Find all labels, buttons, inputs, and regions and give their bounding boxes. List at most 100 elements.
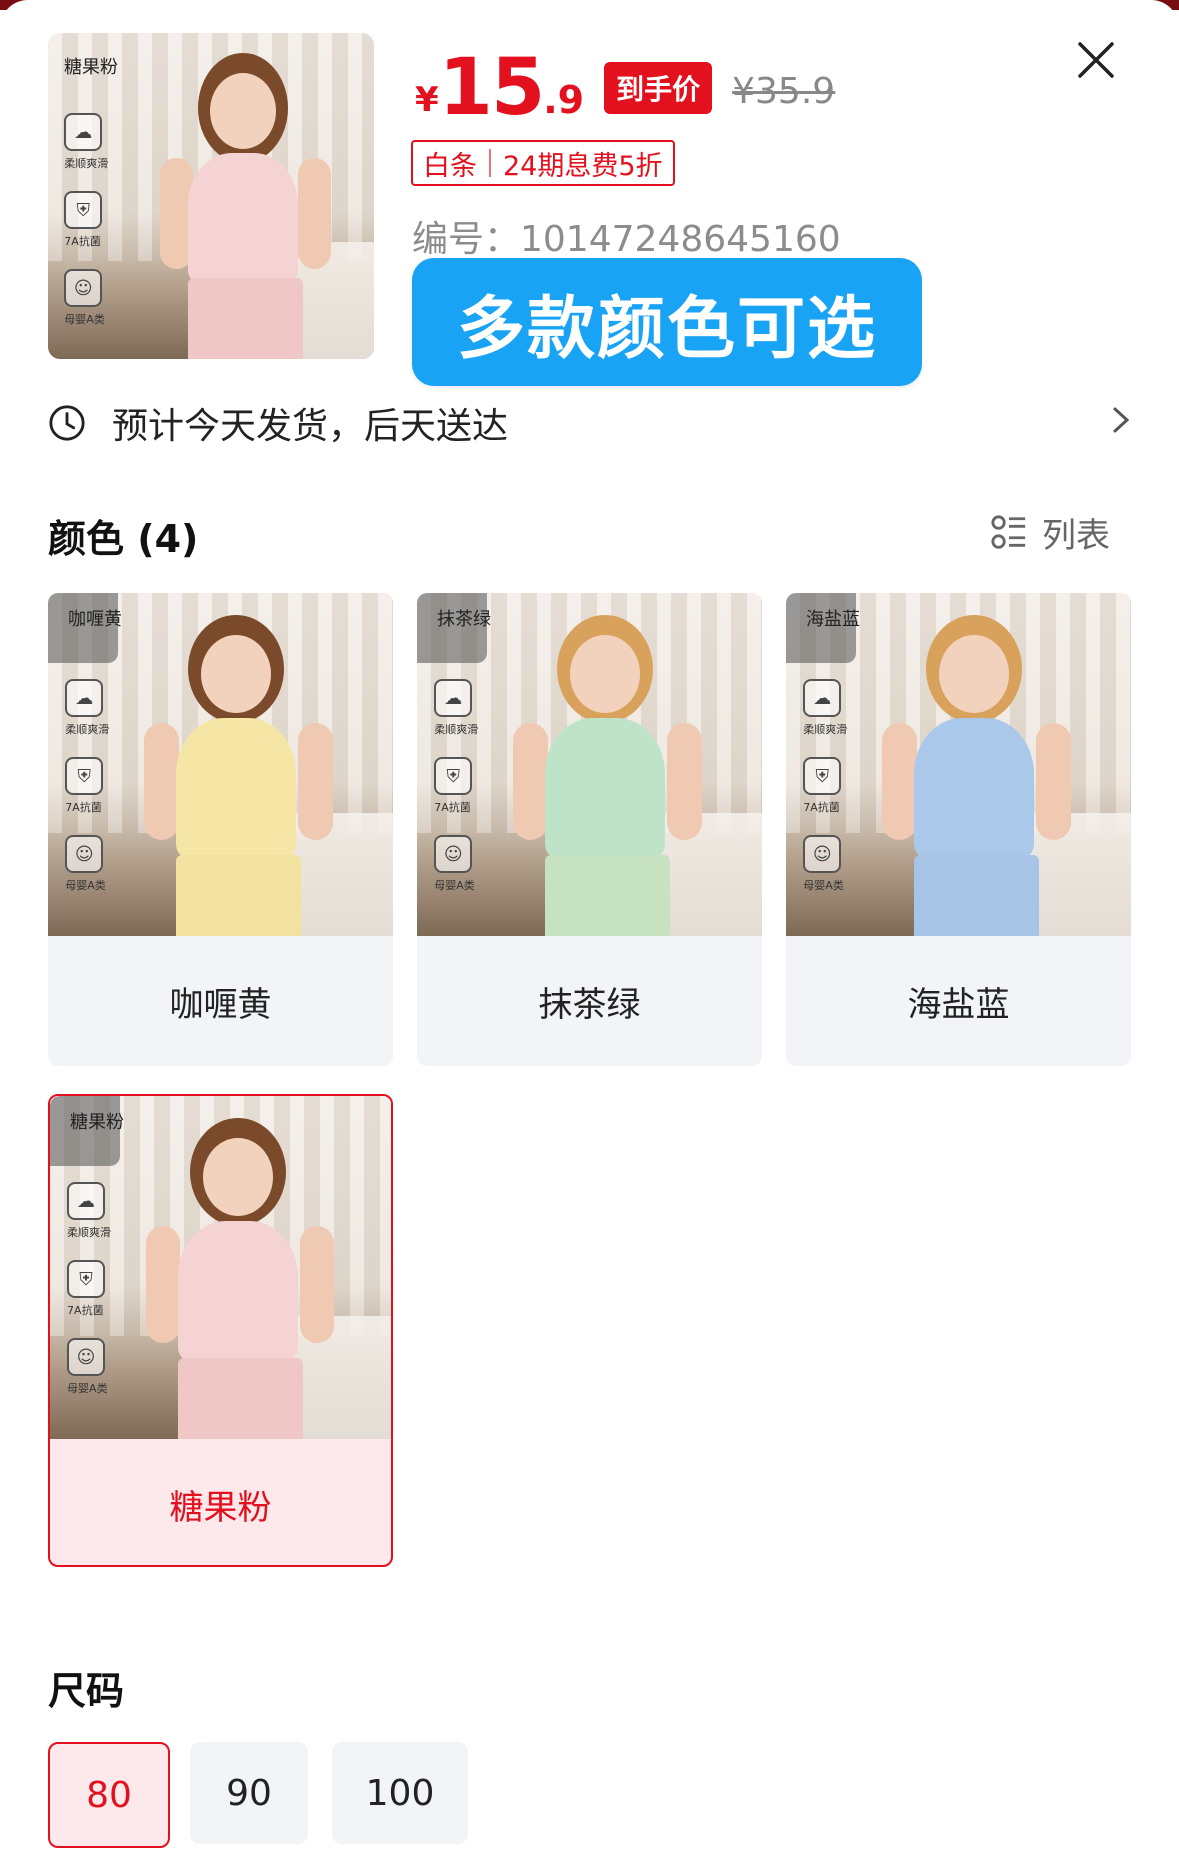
child-face <box>939 635 1009 713</box>
badge-label: 7A抗菌 <box>64 235 101 248</box>
child-arm-right <box>1036 723 1071 840</box>
color-option-photo: 海盐蓝 ☁ 柔顺爽滑 ⛨ 7A抗菌 ☺ 母婴A类 <box>786 593 1131 936</box>
color-tag: 糖果粉 <box>70 1112 124 1133</box>
size-option-label: 100 <box>365 1772 435 1814</box>
divider <box>489 149 491 177</box>
child-face <box>201 635 271 713</box>
badge-label: 柔顺爽滑 <box>803 723 848 736</box>
badge-label: 柔顺爽滑 <box>434 723 479 736</box>
color-option-card[interactable]: 海盐蓝 ☁ 柔顺爽滑 ⛨ 7A抗菌 ☺ 母婴A类 海盐蓝 <box>786 593 1131 1066</box>
child-shirt <box>176 718 296 858</box>
baby-icon: ☺ <box>65 835 104 873</box>
color-tag: 海盐蓝 <box>806 609 860 630</box>
badge-soft: ☁ 柔顺爽滑 <box>67 1182 111 1240</box>
shield-icon: ⛨ <box>67 1260 106 1298</box>
price-integer: 15 <box>438 43 546 133</box>
baby-icon: ☺ <box>803 835 842 873</box>
badge-label: 柔顺爽滑 <box>65 723 110 736</box>
color-option-card[interactable]: 咖喱黄 ☁ 柔顺爽滑 ⛨ 7A抗菌 ☺ 母婴A类 咖喱黄 <box>48 593 393 1066</box>
color-option-label: 抹茶绿 <box>538 984 641 1025</box>
feature-badges: ☁ 柔顺爽滑 ⛨ 7A抗菌 ☺ 母婴A类 <box>65 679 109 893</box>
badge-label: 7A抗菌 <box>65 801 102 814</box>
child-arm-left <box>146 1226 181 1343</box>
feature-badges: ☁ 柔顺爽滑 ⛨ 7A抗菌 ☺ 母婴A类 <box>64 113 108 327</box>
close-button[interactable] <box>1072 40 1120 88</box>
promo-banner: 多款颜色可选 <box>412 258 922 386</box>
size-option-90[interactable]: 90 <box>190 1742 308 1844</box>
feature-badges: ☁ 柔顺爽滑 ⛨ 7A抗菌 ☺ 母婴A类 <box>67 1182 111 1396</box>
color-option-photo: 抹茶绿 ☁ 柔顺爽滑 ⛨ 7A抗菌 ☺ 母婴A类 <box>417 593 762 936</box>
original-price: ¥35.9 <box>732 71 836 112</box>
price-decimal: .9 <box>543 78 585 122</box>
badge-baby-grade: ☺ 母婴A类 <box>64 269 108 327</box>
badge-baby-grade: ☺ 母婴A类 <box>434 835 478 893</box>
color-option-card[interactable]: 抹茶绿 ☁ 柔顺爽滑 ⛨ 7A抗菌 ☺ 母婴A类 抹茶绿 <box>417 593 762 1066</box>
shipping-row[interactable]: 预计今天发货，后天送达 <box>48 398 1132 448</box>
badge-label: 7A抗菌 <box>434 801 471 814</box>
price-currency: ¥ <box>415 80 439 120</box>
close-icon <box>1078 42 1114 78</box>
color-option-label: 海盐蓝 <box>907 984 1010 1025</box>
child-pants <box>188 278 303 359</box>
color-option-photo: 咖喱黄 ☁ 柔顺爽滑 ⛨ 7A抗菌 ☺ 母婴A类 <box>48 593 393 936</box>
size-option-label: 80 <box>86 1774 132 1816</box>
child-face <box>203 1138 273 1216</box>
feature-badges: ☁ 柔顺爽滑 ⛨ 7A抗菌 ☺ 母婴A类 <box>434 679 478 893</box>
shield-icon: ⛨ <box>65 757 104 795</box>
badge-label: 母婴A类 <box>803 879 844 892</box>
color-section-title: 颜色 (4) <box>48 517 199 561</box>
child-shirt <box>188 153 298 283</box>
badge-baby-grade: ☺ 母婴A类 <box>67 1338 111 1396</box>
cloud-icon: ☁ <box>803 679 842 717</box>
child-arm-left <box>513 723 548 840</box>
final-price-badge: 到手价 <box>604 62 713 114</box>
badge-label: 母婴A类 <box>65 879 106 892</box>
chevron-right-icon <box>1110 403 1132 444</box>
child-arm-right <box>300 1226 335 1343</box>
size-option-80[interactable]: 80 <box>48 1742 170 1848</box>
child-pants <box>178 1358 303 1439</box>
color-tag: 咖喱黄 <box>68 609 122 630</box>
installment-offer-text: 24期息费5折 <box>503 150 663 182</box>
color-option-label: 糖果粉 <box>169 1487 272 1528</box>
child-pants <box>545 855 670 936</box>
cloud-icon: ☁ <box>67 1182 106 1220</box>
child-arm-right <box>298 723 333 840</box>
child-arm-left <box>882 723 917 840</box>
cloud-icon: ☁ <box>434 679 473 717</box>
price-row: ¥ 15 .9 到手价 ¥35.9 <box>415 38 835 128</box>
size-option-100[interactable]: 100 <box>332 1742 468 1844</box>
badge-antibacterial: ⛨ 7A抗菌 <box>64 191 108 249</box>
badge-antibacterial: ⛨ 7A抗菌 <box>434 757 478 815</box>
thumbnail-tag: 糖果粉 <box>64 57 118 78</box>
child-arm-right <box>298 158 331 269</box>
badge-soft: ☁ 柔顺爽滑 <box>434 679 478 737</box>
child-arm-right <box>667 723 702 840</box>
child-pants <box>176 855 301 936</box>
badge-label: 母婴A类 <box>64 313 105 326</box>
badge-label: 母婴A类 <box>67 1382 108 1395</box>
shield-icon: ⛨ <box>803 757 842 795</box>
baby-icon: ☺ <box>64 269 103 307</box>
child-face <box>570 635 640 713</box>
baby-icon: ☺ <box>67 1338 106 1376</box>
badge-label: 7A抗菌 <box>67 1304 104 1317</box>
installment-offer[interactable]: 白条 24期息费5折 <box>411 140 675 186</box>
child-arm-left <box>144 723 179 840</box>
badge-soft: ☁ 柔顺爽滑 <box>803 679 847 737</box>
item-code: 编号：10147248645160 <box>412 219 841 260</box>
sku-selection-sheet: 糖果粉 ☁ 柔顺爽滑 ⛨ 7A抗菌 ☺ 母婴A类 ¥ 15 .9 到手价 ¥35.9 … <box>0 0 1179 1871</box>
badge-baby-grade: ☺ 母婴A类 <box>803 835 847 893</box>
cloud-icon: ☁ <box>65 679 104 717</box>
badge-label: 柔顺爽滑 <box>64 157 109 170</box>
badge-label: 母婴A类 <box>434 879 475 892</box>
badge-baby-grade: ☺ 母婴A类 <box>65 835 109 893</box>
badge-soft: ☁ 柔顺爽滑 <box>65 679 109 737</box>
list-view-label: 列表 <box>1042 516 1110 556</box>
child-pants <box>914 855 1039 936</box>
color-option-card[interactable]: 糖果粉 ☁ 柔顺爽滑 ⛨ 7A抗菌 ☺ 母婴A类 糖果粉 <box>48 1094 393 1567</box>
product-thumbnail[interactable]: 糖果粉 ☁ 柔顺爽滑 ⛨ 7A抗菌 ☺ 母婴A类 <box>48 33 374 359</box>
baby-icon: ☺ <box>434 835 473 873</box>
clock-icon <box>49 405 85 441</box>
list-view-toggle[interactable]: 列表 <box>990 508 1110 557</box>
